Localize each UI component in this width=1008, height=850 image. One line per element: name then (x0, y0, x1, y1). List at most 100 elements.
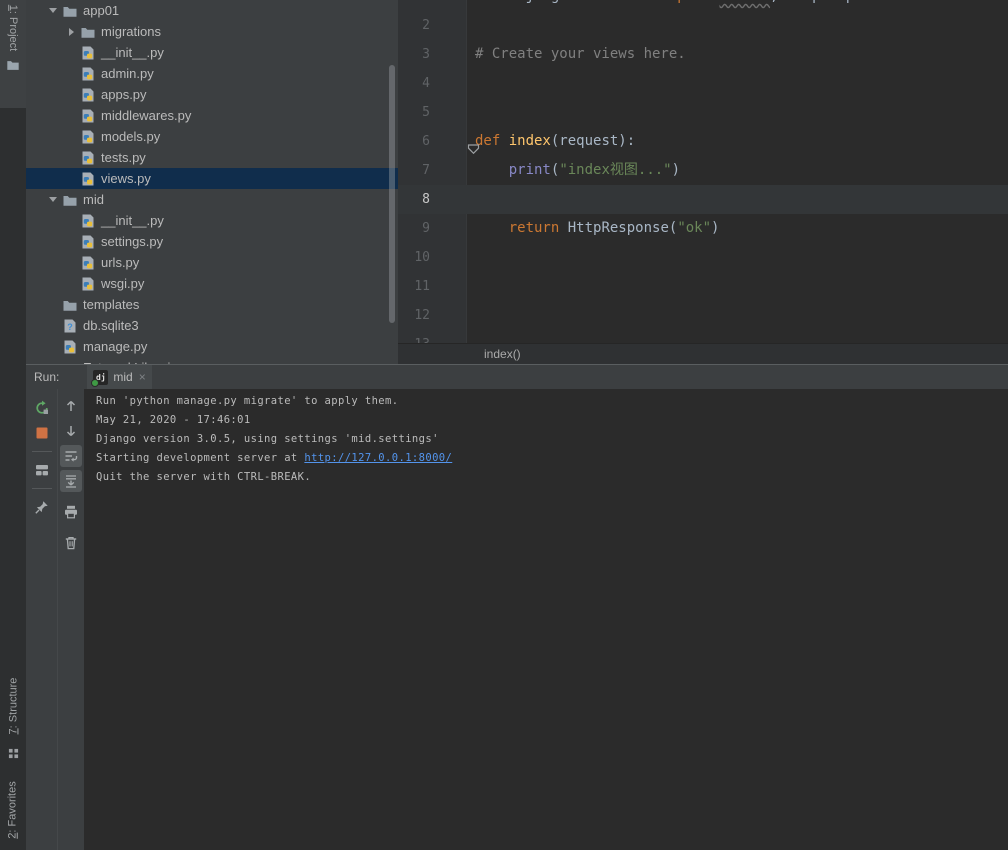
token-plain: ) (711, 220, 720, 236)
tree-item-mid[interactable]: mid (26, 189, 398, 210)
folder-icon (0, 58, 26, 72)
tree-item-label: admin.py (101, 66, 154, 81)
console-line: Django version 3.0.5, using settings 'mi… (96, 430, 1008, 449)
python-file-icon (80, 45, 96, 61)
soft-wrap-icon[interactable] (60, 445, 82, 467)
tree-item-templates[interactable]: templates (26, 294, 398, 315)
run-toolbar-left (26, 389, 58, 850)
python-file-icon (80, 171, 96, 187)
token-unused: render (719, 0, 770, 4)
clear-icon[interactable] (60, 532, 82, 554)
token-keyword: from (475, 0, 509, 4)
tree-item-admin-py[interactable]: admin.py (26, 63, 398, 84)
tree-item-app01[interactable]: app01 (26, 0, 398, 21)
tree-item-label: __init__.py (101, 45, 164, 60)
editor-line-11[interactable]: 11 (398, 272, 1008, 301)
running-indicator-icon (91, 378, 100, 387)
tree-item-views-py[interactable]: views.py (26, 168, 398, 189)
run-header: Run: dj mid × (26, 365, 1008, 389)
chevron-right-icon[interactable] (62, 27, 80, 36)
tree-item-urls-py[interactable]: urls.py (26, 252, 398, 273)
down-arrow-icon[interactable] (60, 420, 82, 442)
rerun-icon[interactable] (31, 397, 53, 419)
run-tool-window: Run: dj mid × Run 'python manage.py migr… (26, 364, 1008, 850)
code-editor[interactable]: 1 from django.shortcuts import render, Ht… (398, 0, 1008, 343)
favorites-button-label: 2: Favorites (7, 781, 20, 839)
tree-item-manage-py[interactable]: manage.py (26, 336, 398, 357)
structure-icon (0, 748, 26, 759)
python-file-icon (80, 66, 96, 82)
editor-line-3[interactable]: 3 # Create your views here. (398, 40, 1008, 69)
tree-scrollbar-thumb[interactable] (389, 65, 395, 323)
line-number: 3 (422, 47, 430, 62)
tree-item-db-sqlite3[interactable]: ? db.sqlite3 (26, 315, 398, 336)
run-console[interactable]: Run 'python manage.py migrate' to apply … (84, 389, 1008, 850)
token-plain: , HttpResponse (770, 0, 888, 4)
editor-line-12[interactable]: 12 (398, 301, 1008, 330)
editor-line-6[interactable]: 6 def index(request): (398, 127, 1008, 156)
editor-line-13[interactable]: 13 (398, 330, 1008, 343)
console-line: Run 'python manage.py migrate' to apply … (96, 392, 1008, 411)
editor-line-2[interactable]: 2 (398, 11, 1008, 40)
tree-item-wsgi-py[interactable]: wsgi.py (26, 273, 398, 294)
project-tree[interactable]: app01 migrations __init__.py admin.py apps.p… (26, 0, 398, 364)
up-arrow-icon[interactable] (60, 395, 82, 417)
line-number: 5 (422, 105, 430, 120)
breadcrumb-item[interactable]: index() (484, 347, 521, 361)
chevron-down-icon[interactable] (44, 8, 62, 13)
line-number: 1 (398, 0, 466, 11)
db-file-icon: ? (62, 318, 78, 334)
pin-icon[interactable] (31, 496, 53, 518)
editor-line-10[interactable]: 10 (398, 243, 1008, 272)
restore-layout-icon[interactable] (31, 459, 53, 481)
editor-line-7[interactable]: 7 print("index视图...") (398, 156, 1008, 185)
stop-icon[interactable] (31, 422, 53, 444)
editor-line-8[interactable]: 8 (398, 185, 1008, 214)
tree-item-label: db.sqlite3 (83, 318, 139, 333)
tree-item-tests-py[interactable]: tests.py (26, 147, 398, 168)
code-text: # Create your views here. (475, 40, 686, 69)
project-button-label: 1: Project (7, 4, 20, 52)
server-url-link[interactable]: http://127.0.0.1:8000/ (304, 452, 452, 464)
console-line: Quit the server with CTRL-BREAK. (96, 468, 1008, 487)
python-file-icon (80, 87, 96, 103)
code-text: print("index视图...") (475, 156, 680, 185)
python-file-icon (80, 129, 96, 145)
tree-item-external-libraries[interactable]: External Libraries (26, 357, 398, 364)
tree-item--init-py[interactable]: __init__.py (26, 210, 398, 231)
svg-text:?: ? (67, 322, 73, 332)
sidebar-item-project[interactable]: 1: Project (0, 0, 26, 108)
code-text: from django.shortcuts import render, Htt… (475, 0, 888, 11)
tree-item-label: apps.py (101, 87, 147, 102)
editor-line-4[interactable]: 4 (398, 69, 1008, 98)
line-number: 13 (398, 330, 466, 343)
editor-line-5[interactable]: 5 (398, 98, 1008, 127)
run-tab-label: mid (113, 370, 133, 384)
sidebar-item-structure[interactable]: 7: Structure (0, 666, 26, 746)
console-line: May 21, 2020 - 17:46:01 (96, 411, 1008, 430)
editor-line-1[interactable]: 1 from django.shortcuts import render, Ht… (398, 0, 1008, 11)
console-text: Starting development server at (96, 452, 305, 464)
sidebar-item-favorites[interactable]: 2: Favorites (0, 770, 26, 850)
editor-line-9[interactable]: 9 return HttpResponse("ok") (398, 214, 1008, 243)
close-icon[interactable]: × (139, 370, 146, 384)
line-number: 6 (422, 134, 430, 149)
folder-file-icon (80, 24, 96, 40)
console-text: Django version 3.0.5, using settings 'mi… (96, 433, 439, 445)
code-text: def index(request): (475, 127, 635, 156)
tree-item-label: manage.py (83, 339, 148, 354)
run-tab-mid[interactable]: dj mid × (87, 365, 152, 389)
tree-item-apps-py[interactable]: apps.py (26, 84, 398, 105)
tree-item--init-py[interactable]: __init__.py (26, 42, 398, 63)
print-icon[interactable] (60, 501, 82, 523)
python-file-icon (62, 339, 78, 355)
toolbar-divider (31, 451, 52, 452)
tree-item-migrations[interactable]: migrations (26, 21, 398, 42)
scroll-to-end-icon[interactable] (60, 470, 82, 492)
tree-item-middlewares-py[interactable]: middlewares.py (26, 105, 398, 126)
tree-item-models-py[interactable]: models.py (26, 126, 398, 147)
tree-item-label: app01 (83, 3, 120, 18)
chevron-down-icon[interactable] (44, 197, 62, 202)
tree-item-settings-py[interactable]: settings.py (26, 231, 398, 252)
